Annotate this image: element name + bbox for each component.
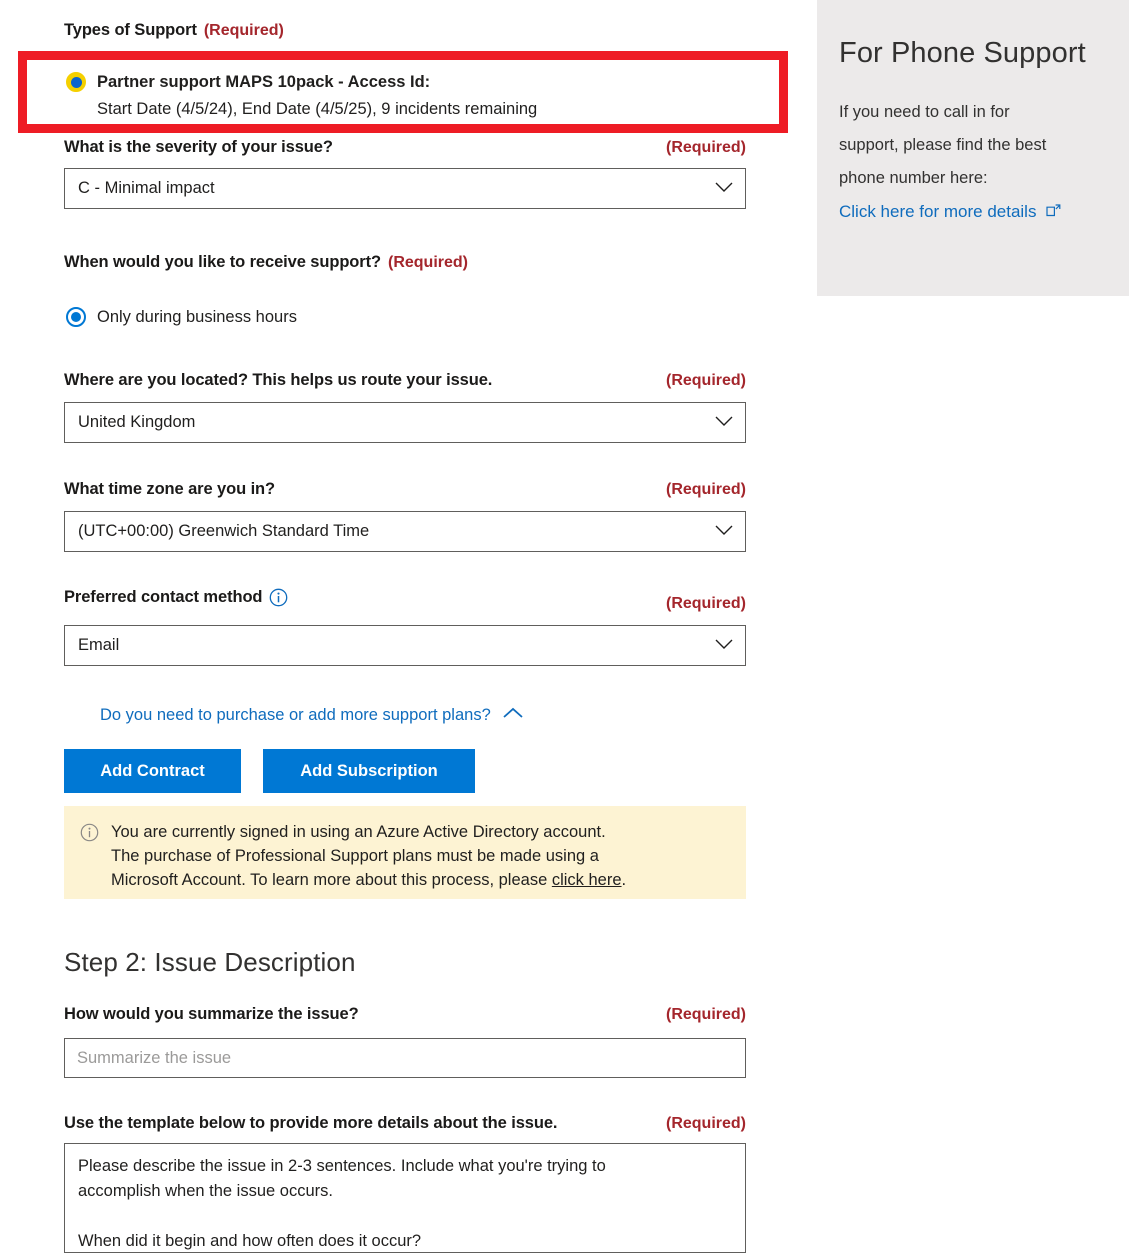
banner-line-2: The purchase of Professional Support pla… [111, 847, 599, 865]
banner-line-3-pre: Microsoft Account. To learn more about t… [111, 871, 552, 889]
support-plan-text-group: Partner support MAPS 10pack - Access Id:… [97, 72, 537, 120]
chevron-down-icon[interactable] [715, 637, 733, 655]
support-time-label-row: When would you like to receive support? … [64, 253, 746, 272]
phone-support-panel: For Phone Support If you need to call in… [817, 0, 1129, 296]
summary-input[interactable]: Summarize the issue [64, 1038, 746, 1078]
contact-method-label: Preferred contact method [64, 588, 263, 606]
radio-selected-icon[interactable] [66, 72, 86, 92]
phone-support-body: If you need to call in for support, plea… [839, 96, 1107, 229]
banner-text-group: You are currently signed in using an Azu… [111, 820, 626, 899]
banner-click-here-link[interactable]: click here [552, 871, 622, 889]
support-plan-title: Partner support MAPS 10pack - Access Id: [97, 73, 431, 91]
summary-label: How would you summarize the issue? [64, 1005, 359, 1023]
timezone-value: (UTC+00:00) Greenwich Standard Time [78, 522, 370, 540]
banner-line-1: You are currently signed in using an Azu… [111, 823, 606, 841]
radio-selected-icon[interactable] [66, 307, 86, 327]
timezone-required: (Required) [666, 481, 746, 498]
details-required: (Required) [666, 1115, 746, 1132]
phone-support-title: For Phone Support [839, 37, 1086, 69]
external-link-icon[interactable] [1046, 196, 1061, 229]
support-plan-detail: Start Date (4/5/24), End Date (4/5/25), … [97, 100, 538, 118]
support-time-label: When would you like to receive support? [64, 253, 381, 271]
phone-support-body-line-3: phone number here: [839, 169, 988, 187]
phone-support-body-line-1: If you need to call in for [839, 103, 1010, 121]
support-time-required: (Required) [387, 253, 468, 271]
timezone-dropdown[interactable]: (UTC+00:00) Greenwich Standard Time [64, 511, 746, 552]
add-subscription-button[interactable]: Add Subscription [263, 749, 475, 793]
issue-details-textarea[interactable]: Please describe the issue in 2-3 sentenc… [64, 1143, 746, 1253]
timezone-label-row: What time zone are you in? (Required) [64, 480, 746, 499]
phone-support-link-row: Click here for more details [839, 195, 1107, 229]
chevron-up-icon[interactable] [502, 707, 524, 725]
banner-line-3-post: . [621, 871, 627, 889]
phone-support-details-link[interactable]: Click here for more details [839, 202, 1036, 221]
location-label: Where are you located? This helps us rou… [64, 371, 493, 389]
purchase-support-plans-expander[interactable]: Do you need to purchase or add more supp… [100, 706, 524, 725]
purchase-support-plans-link-text: Do you need to purchase or add more supp… [100, 706, 491, 724]
banner-line-3: Microsoft Account. To learn more about t… [111, 868, 626, 892]
types-of-support-required: (Required) [203, 21, 284, 39]
info-icon [80, 823, 99, 899]
severity-label-row: What is the severity of your issue? (Req… [64, 138, 746, 157]
location-value: United Kingdom [78, 413, 196, 431]
phone-support-body-line-2: support, please find the best [839, 136, 1047, 154]
severity-value: C - Minimal impact [78, 179, 215, 197]
chevron-down-icon[interactable] [715, 180, 733, 198]
severity-required: (Required) [666, 139, 746, 156]
contact-method-value: Email [78, 636, 120, 654]
contact-method-label-row: Preferred contact method (Required) [64, 588, 746, 612]
contact-method-dropdown[interactable]: Email [64, 625, 746, 666]
summary-required: (Required) [666, 1006, 746, 1023]
summary-label-row: How would you summarize the issue? (Requ… [64, 1005, 746, 1024]
details-label-row: Use the template below to provide more d… [64, 1114, 746, 1133]
types-of-support-label-row: Types of Support (Required) [64, 21, 746, 40]
timezone-label: What time zone are you in? [64, 480, 276, 498]
contact-method-required: (Required) [666, 595, 746, 612]
support-request-form: Types of Support (Required) Partner supp… [0, 0, 817, 1253]
business-hours-radio-option[interactable]: Only during business hours [66, 307, 297, 328]
severity-dropdown[interactable]: C - Minimal impact [64, 168, 746, 209]
support-plan-radio-option[interactable]: Partner support MAPS 10pack - Access Id:… [66, 72, 537, 120]
location-required: (Required) [666, 372, 746, 389]
severity-label: What is the severity of your issue? [64, 138, 333, 156]
chevron-down-icon[interactable] [715, 523, 733, 541]
step2-title: Step 2: Issue Description [64, 947, 356, 977]
details-label: Use the template below to provide more d… [64, 1114, 558, 1132]
chevron-down-icon[interactable] [715, 414, 733, 432]
location-dropdown[interactable]: United Kingdom [64, 402, 746, 443]
info-icon[interactable] [269, 588, 288, 607]
types-of-support-label: Types of Support [64, 21, 197, 39]
add-contract-button[interactable]: Add Contract [64, 749, 241, 793]
business-hours-label: Only during business hours [97, 308, 297, 326]
aad-account-info-banner: You are currently signed in using an Azu… [64, 806, 746, 899]
location-label-row: Where are you located? This helps us rou… [64, 371, 746, 390]
